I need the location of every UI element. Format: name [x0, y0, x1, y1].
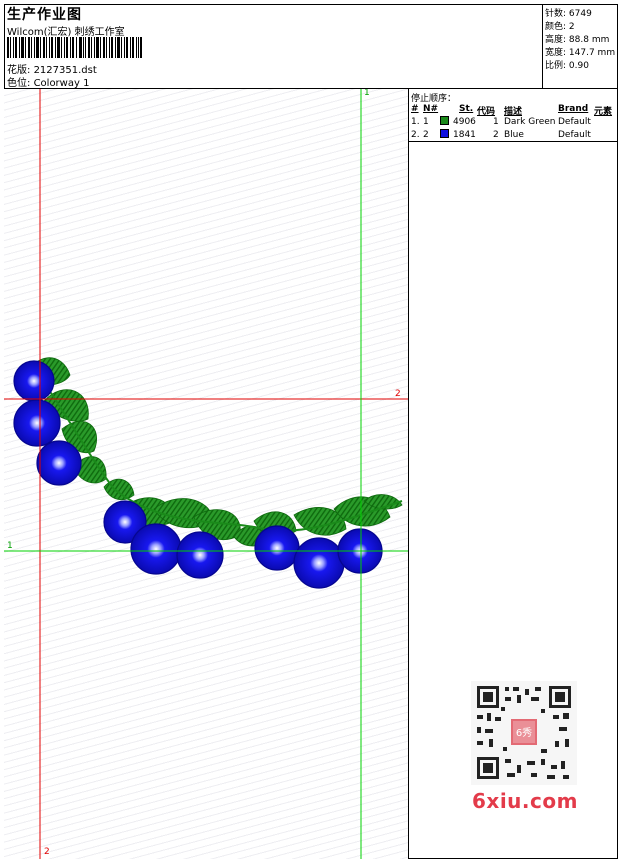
col-needle: N#	[423, 104, 439, 114]
guide-label-left: 1	[7, 541, 13, 551]
stat-width: 宽度: 147.7 mm	[545, 48, 616, 58]
stat-height: 高度: 88.8 mm	[545, 35, 610, 45]
col-brand: Brand	[558, 104, 589, 114]
guide-label-top: 1	[364, 89, 370, 98]
green-leaves	[23, 357, 403, 547]
qr-code: 6秀	[471, 681, 577, 785]
guide-label-bottom: 2	[44, 847, 50, 857]
stat-colors: 颜色: 2	[545, 22, 575, 32]
col-element: 元素	[594, 107, 613, 117]
col-description: 描述	[504, 107, 523, 117]
stats-box: 针数: 6749 颜色: 2 高度: 88.8 mm 宽度: 147.7 mm …	[542, 4, 618, 89]
company-name: Wilcom(汇宏) 刺绣工作室	[7, 27, 125, 38]
color-swatch-blue	[440, 129, 449, 138]
colorway-value: Colorway 1	[33, 78, 90, 89]
col-code: 代码	[477, 107, 496, 117]
col-stitches: St.	[459, 104, 474, 114]
stop-sequence-table: 停止顺序： # N# St. 代码 描述 Brand 元素 1. 1 4906 …	[409, 89, 618, 142]
embroidery-preview	[4, 89, 408, 859]
qr-center-logo: 6秀	[516, 727, 532, 739]
stat-stitches: 针数: 6749	[545, 9, 592, 19]
stat-scale: 比例: 0.90	[545, 61, 589, 71]
legend-title: 停止顺序：	[411, 94, 457, 104]
guide-label-right: 2	[395, 389, 401, 399]
colorway-line: 色位: Colorway 1	[7, 78, 90, 89]
barcode	[7, 37, 142, 58]
colorway-label: 色位	[7, 78, 27, 89]
design-canvas: 1 2 1 2	[4, 89, 409, 859]
col-index: #	[411, 104, 419, 114]
page-title: 生产作业图	[7, 7, 82, 23]
watermark-text: 6xiu.com	[472, 789, 578, 813]
color-swatch-green	[440, 116, 449, 125]
